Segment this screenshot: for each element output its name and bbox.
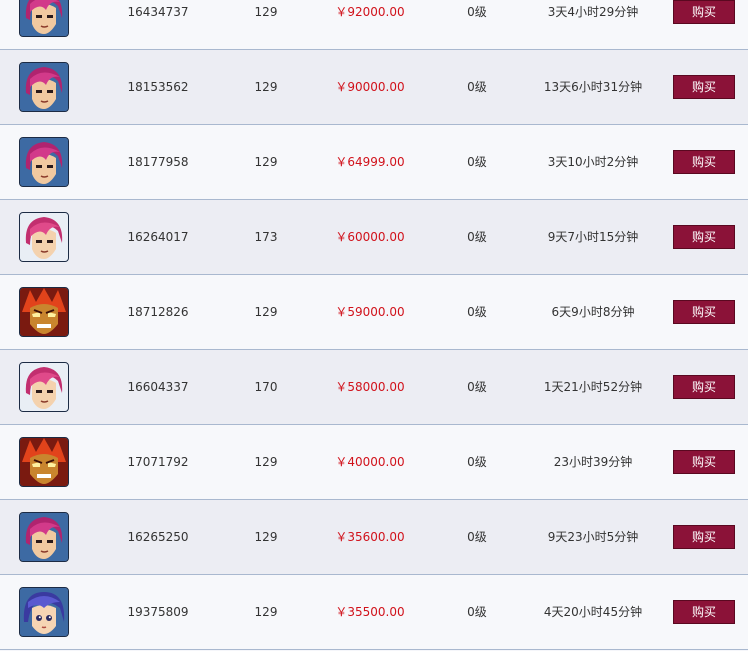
- time-remaining: 4天20小时45分钟: [543, 605, 643, 619]
- character-level: 129: [254, 455, 278, 469]
- time-remaining: 23小时39分钟: [553, 455, 633, 469]
- listing-row: 18153562 129 ￥90000.00 0级 13天6小时31分钟 购买: [0, 50, 748, 125]
- character-level: 129: [254, 605, 278, 619]
- grade: 0级: [467, 380, 487, 394]
- character-id: 19375809: [127, 605, 189, 619]
- listing-row: 17071792 129 ￥40000.00 0级 23小时39分钟 购买: [0, 425, 748, 500]
- avatar-cell: [19, 425, 69, 499]
- grade: 0级: [467, 230, 487, 244]
- character-id: 18177958: [127, 155, 189, 169]
- pink-hair-swordsman-icon[interactable]: [19, 0, 69, 37]
- character-id: 16265250: [127, 530, 189, 544]
- time-remaining: 3天4小时29分钟: [547, 5, 639, 19]
- buy-button[interactable]: 购买: [673, 75, 735, 99]
- avatar-cell: [19, 350, 69, 424]
- time-remaining: 13天6小时31分钟: [543, 80, 643, 94]
- time-remaining: 9天7小时15分钟: [547, 230, 639, 244]
- avatar-cell: [19, 200, 69, 274]
- character-id: 17071792: [127, 455, 189, 469]
- character-level: 129: [254, 155, 278, 169]
- buy-cell: 购买: [673, 50, 735, 124]
- buy-button[interactable]: 购买: [673, 375, 735, 399]
- avatar-cell: [19, 50, 69, 124]
- price: ￥90000.00: [335, 80, 405, 94]
- avatar-cell: [19, 0, 69, 49]
- listing-row: 18712826 129 ￥59000.00 0级 6天9小时8分钟 购买: [0, 275, 748, 350]
- time-remaining: 3天10小时2分钟: [547, 155, 639, 169]
- character-level: 173: [254, 230, 278, 244]
- price: ￥59000.00: [335, 305, 405, 319]
- listing-row: 16265250 129 ￥35600.00 0级 9天23小时5分钟 购买: [0, 500, 748, 575]
- buy-cell: 购买: [673, 500, 735, 574]
- avatar-cell: [19, 575, 69, 649]
- grade: 0级: [467, 305, 487, 319]
- buy-cell: 购买: [673, 425, 735, 499]
- listing-row: 16434737 129 ￥92000.00 0级 3天4小时29分钟 购买: [0, 0, 748, 50]
- price: ￥60000.00: [335, 230, 405, 244]
- pink-hair-swordsman-icon[interactable]: [19, 137, 69, 187]
- character-level: 129: [254, 305, 278, 319]
- character-level: 129: [254, 80, 278, 94]
- buy-cell: 购买: [673, 0, 735, 49]
- buy-cell: 购买: [673, 125, 735, 199]
- grade: 0级: [467, 455, 487, 469]
- buy-button[interactable]: 购买: [673, 525, 735, 549]
- buy-button[interactable]: 购买: [673, 600, 735, 624]
- character-level: 170: [254, 380, 278, 394]
- character-id: 18153562: [127, 80, 189, 94]
- price: ￥64999.00: [335, 155, 405, 169]
- buy-cell: 购买: [673, 575, 735, 649]
- buy-button[interactable]: 购买: [673, 450, 735, 474]
- grade: 0级: [467, 530, 487, 544]
- listing-row: 18177958 129 ￥64999.00 0级 3天10小时2分钟 购买: [0, 125, 748, 200]
- buy-cell: 购买: [673, 200, 735, 274]
- grade: 0级: [467, 605, 487, 619]
- character-level: 129: [254, 530, 278, 544]
- listing-row: 16264017 173 ￥60000.00 0级 9天7小时15分钟 购买: [0, 200, 748, 275]
- character-id: 18712826: [127, 305, 189, 319]
- buy-cell: 购买: [673, 350, 735, 424]
- character-id: 16264017: [127, 230, 189, 244]
- character-id: 16604337: [127, 380, 189, 394]
- pink-hair-swordsman-icon[interactable]: [19, 512, 69, 562]
- blue-hair-girl-icon[interactable]: [19, 587, 69, 637]
- avatar-cell: [19, 125, 69, 199]
- price: ￥40000.00: [335, 455, 405, 469]
- pink-hair-swordsman-icon[interactable]: [19, 62, 69, 112]
- avatar-cell: [19, 500, 69, 574]
- time-remaining: 1天21小时52分钟: [543, 380, 643, 394]
- pink-hair-swordsman-light-icon[interactable]: [19, 212, 69, 262]
- listing-row: 16604337 170 ￥58000.00 0级 1天21小时52分钟 购买: [0, 350, 748, 425]
- price: ￥58000.00: [335, 380, 405, 394]
- time-remaining: 6天9小时8分钟: [551, 305, 635, 319]
- character-level: 129: [254, 5, 278, 19]
- buy-button[interactable]: 购买: [673, 225, 735, 249]
- buy-button[interactable]: 购买: [673, 0, 735, 24]
- grade: 0级: [467, 155, 487, 169]
- price: ￥35600.00: [335, 530, 405, 544]
- red-demon-icon[interactable]: [19, 287, 69, 337]
- avatar-cell: [19, 275, 69, 349]
- pink-hair-swordsman-light-icon[interactable]: [19, 362, 69, 412]
- grade: 0级: [467, 80, 487, 94]
- buy-button[interactable]: 购买: [673, 300, 735, 324]
- price: ￥35500.00: [335, 605, 405, 619]
- listing-row: 19375809 129 ￥35500.00 0级 4天20小时45分钟 购买: [0, 575, 748, 650]
- price: ￥92000.00: [335, 5, 405, 19]
- buy-button[interactable]: 购买: [673, 150, 735, 174]
- buy-cell: 购买: [673, 275, 735, 349]
- red-demon-icon[interactable]: [19, 437, 69, 487]
- listing-table: 16434737 129 ￥92000.00 0级 3天4小时29分钟 购买 1815356…: [0, 0, 748, 650]
- character-id: 16434737: [127, 5, 189, 19]
- grade: 0级: [467, 5, 487, 19]
- time-remaining: 9天23小时5分钟: [547, 530, 639, 544]
